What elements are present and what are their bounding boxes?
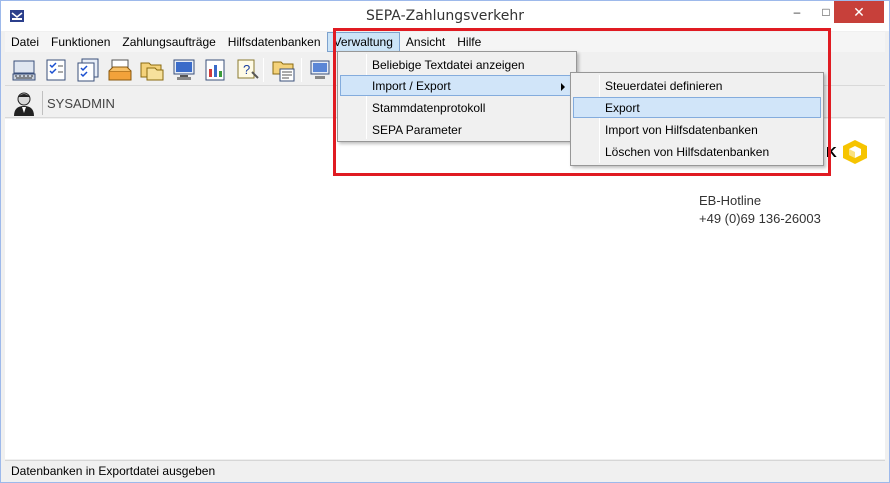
status-text: Datenbanken in Exportdatei ausgeben [11, 464, 216, 478]
verwaltung-menu: Beliebige Textdatei anzeigen Import / Ex… [337, 51, 577, 142]
menu-zahlungsauftraege[interactable]: Zahlungsaufträge [116, 32, 221, 52]
import-export-submenu: Steuerdatei definieren Export Import von… [570, 72, 824, 166]
menu-item-steuerdatei[interactable]: Steuerdatei definieren [573, 75, 821, 96]
folder-list-icon[interactable] [271, 57, 297, 83]
minimize-button[interactable]: – [779, 1, 815, 23]
menu-hilfe[interactable]: Hilfe [451, 32, 487, 52]
window-title: SEPA-Zahlungsverkehr [366, 8, 524, 24]
menu-item-import-export[interactable]: Import / Export [340, 75, 574, 96]
menu-item-import-hilfsdatenbanken[interactable]: Import von Hilfsdatenbanken [573, 119, 821, 140]
menu-verwaltung[interactable]: Verwaltung [326, 32, 400, 52]
status-bar: Datenbanken in Exportdatei ausgeben [5, 460, 885, 480]
menu-item-textdatei[interactable]: Beliebige Textdatei anzeigen [340, 54, 574, 75]
menu-item-sepa-parameter[interactable]: SEPA Parameter [340, 119, 574, 140]
user-name: SYSADMIN [47, 96, 115, 111]
menu-hilfsdatenbanken[interactable]: Hilfsdatenbanken [222, 32, 327, 52]
monitor-icon[interactable] [171, 57, 197, 83]
menu-item-export[interactable]: Export [573, 97, 821, 118]
user-separator [42, 91, 43, 115]
submenu-arrow-icon [561, 83, 565, 91]
folders-icon[interactable] [139, 57, 165, 83]
checklist-stack-icon[interactable] [75, 57, 101, 83]
title-bar[interactable]: SEPA-Zahlungsverkehr – □ ✕ [1, 1, 889, 31]
computer-icon[interactable] [307, 57, 333, 83]
menu-item-stammdatenprotokoll[interactable]: Stammdatenprotokoll [340, 97, 574, 118]
inbox-icon[interactable] [107, 57, 133, 83]
keyboard-icon[interactable] [11, 57, 37, 83]
menu-bar: Datei Funktionen Zahlungsaufträge Hilfsd… [5, 32, 885, 52]
report-icon[interactable] [203, 57, 229, 83]
checklist-icon[interactable] [43, 57, 69, 83]
menu-datei[interactable]: Datei [5, 32, 45, 52]
main-content: K EB-Hotline +49 (0)69 136-26003 [5, 119, 885, 459]
hotline-label: EB-Hotline [699, 193, 762, 208]
toolbar-separator [301, 58, 302, 82]
hotline-number: +49 (0)69 136-26003 [699, 211, 821, 226]
user-avatar-icon [11, 90, 37, 116]
menu-item-import-export-label: Import / Export [372, 79, 451, 93]
menu-ansicht[interactable]: Ansicht [400, 32, 451, 52]
menu-item-loeschen-hilfsdatenbanken[interactable]: Löschen von Hilfsdatenbanken [573, 141, 821, 162]
close-button[interactable]: ✕ [834, 1, 884, 23]
menu-funktionen[interactable]: Funktionen [45, 32, 116, 52]
toolbar-separator [263, 58, 264, 82]
commerzbank-logo-icon [843, 140, 867, 164]
brand-text: K [826, 144, 837, 161]
svg-text:?: ? [243, 62, 250, 77]
help-icon[interactable]: ? [235, 57, 261, 83]
